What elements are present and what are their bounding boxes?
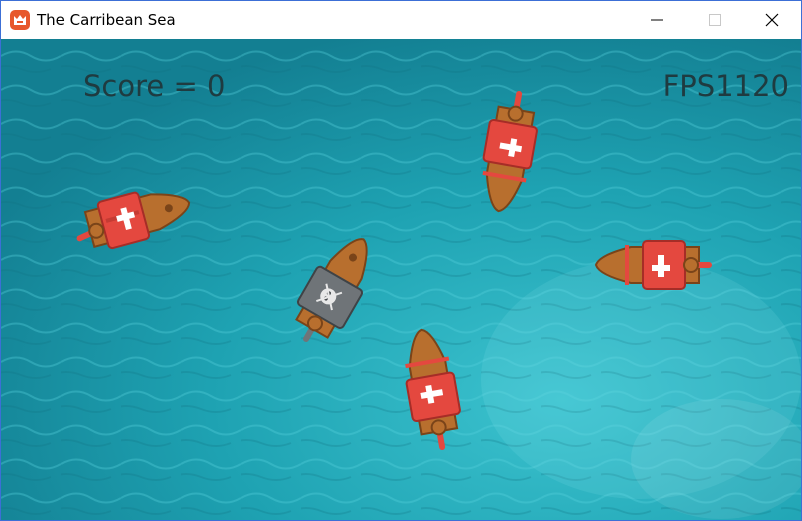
game-window: The Carribean Sea Score = 0 FPS1120: [0, 0, 802, 521]
game-viewport[interactable]: Score = 0 FPS1120: [1, 39, 801, 520]
close-button[interactable]: [743, 1, 801, 39]
maximize-button[interactable]: [686, 1, 744, 39]
score-label: Score = 0: [83, 69, 226, 103]
title-bar[interactable]: The Carribean Sea: [1, 1, 801, 39]
minimize-icon: [651, 19, 663, 21]
monogame-logo-icon: [10, 10, 30, 30]
maximize-icon: [709, 14, 721, 26]
close-icon: [765, 13, 779, 27]
fps-counter: FPS1120: [662, 69, 789, 103]
window-title: The Carribean Sea: [37, 11, 176, 29]
sea-background: [1, 39, 801, 520]
minimize-button[interactable]: [628, 1, 686, 39]
